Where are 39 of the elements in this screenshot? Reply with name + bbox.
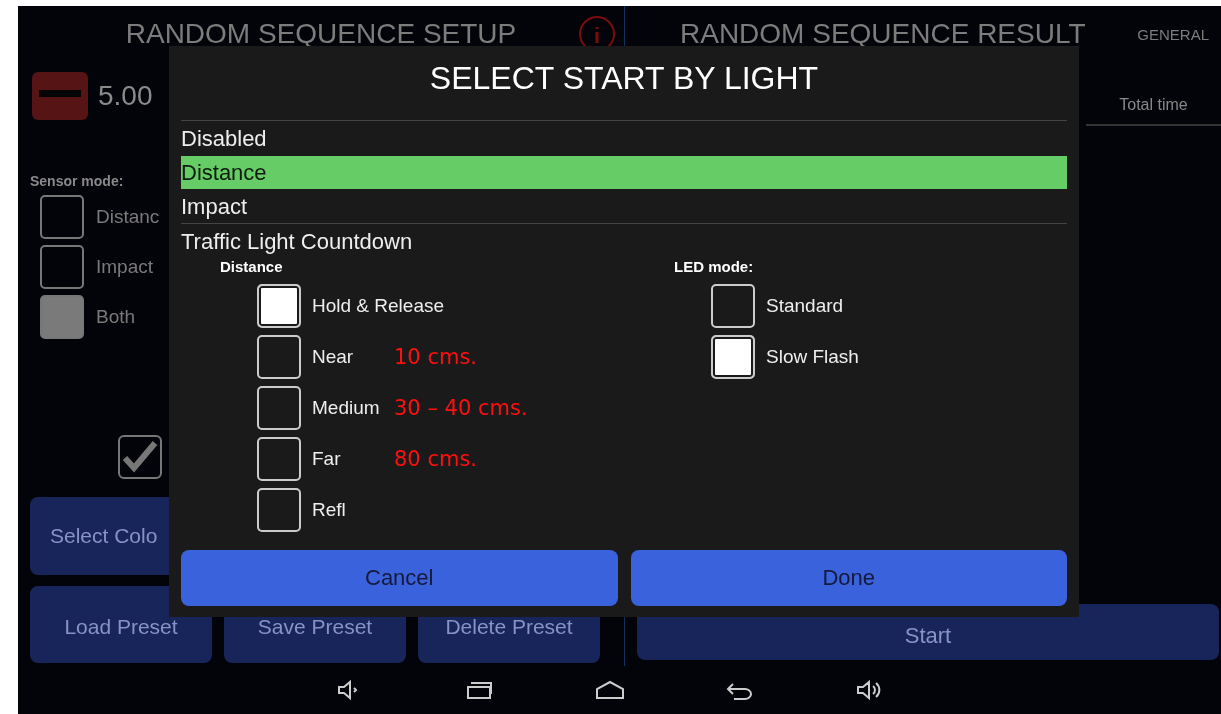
checkbox-label: Hold & Release xyxy=(312,294,445,317)
checkbox[interactable] xyxy=(118,435,162,479)
checkbox-label: Distanc xyxy=(96,206,160,228)
annotation-note: 80 cms. xyxy=(394,446,477,471)
group-label: Distance xyxy=(220,258,284,277)
checkbox-label: Near xyxy=(312,345,355,368)
sensor-mode-checkbox[interactable] xyxy=(40,295,84,339)
checkbox-label: Refl xyxy=(312,498,347,521)
checkbox-label: Slow Flash xyxy=(766,345,859,368)
list-option[interactable]: Traffic Light Countdown xyxy=(181,225,1067,258)
option-checkbox[interactable] xyxy=(257,436,301,481)
sensor-mode-checkbox[interactable] xyxy=(40,195,84,239)
option-checkbox[interactable] xyxy=(711,334,755,379)
sensor-mode-label: Sensor mode: xyxy=(30,173,125,189)
dialog-button[interactable]: Cancel xyxy=(181,550,618,606)
sensor-mode-checkbox[interactable] xyxy=(40,245,84,289)
checkbox-label: Standard xyxy=(766,294,844,317)
option-checkbox[interactable] xyxy=(257,385,301,430)
annotation-note: 30 – 40 cms. xyxy=(394,395,528,420)
checkbox-label: Far xyxy=(312,447,342,470)
checkbox-label: Both xyxy=(96,306,136,328)
duration-value: 5.00 xyxy=(98,80,153,112)
list-option[interactable]: Impact xyxy=(181,190,1067,224)
column-header: Total time xyxy=(1086,96,1221,126)
preset-button[interactable]: Load Preset xyxy=(30,586,212,663)
general-tab[interactable]: GENERAL xyxy=(1137,25,1209,43)
option-checkbox[interactable] xyxy=(257,283,301,328)
option-checkbox[interactable] xyxy=(711,283,755,328)
list-option[interactable]: Disabled xyxy=(181,122,1067,155)
dialog-button[interactable]: Done xyxy=(630,550,1067,606)
checkbox-label: Impact xyxy=(96,256,154,278)
checkbox-label: Medium xyxy=(312,396,381,419)
list-option[interactable]: Distance xyxy=(181,156,1067,189)
annotation-note: 10 cms. xyxy=(394,344,477,369)
option-checkbox[interactable] xyxy=(257,487,301,532)
home-icon[interactable] xyxy=(594,678,625,702)
group-label: LED mode: xyxy=(674,258,755,277)
option-checkbox[interactable] xyxy=(257,334,301,379)
dialog-title: SELECT START BY LIGHT xyxy=(181,46,1067,121)
